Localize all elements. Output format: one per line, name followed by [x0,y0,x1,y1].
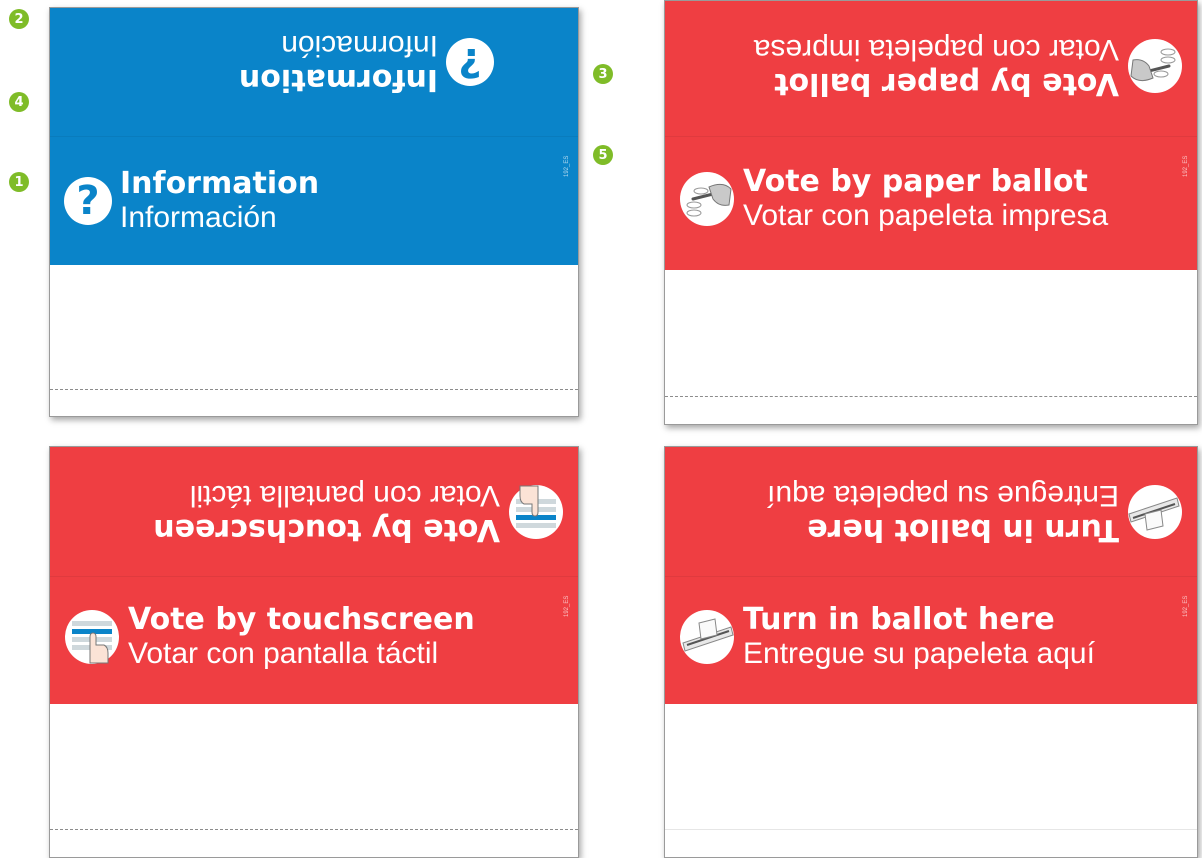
question-mark-icon: ? [64,177,112,225]
info-card: ? Information Información ? Information … [49,7,579,417]
callout-marker-3: 3 [593,64,613,84]
touch-title-es-flipped: Votar con pantalla táctil [189,479,500,512]
touchscreen-hand-icon [65,610,119,664]
callout-marker-1: 1 [9,172,29,192]
paper-ballot-card: Vote by paper ballot Votar con papeleta … [664,0,1198,425]
touchscreen-card: Vote by touchscreen Votar con pantalla t… [49,446,579,858]
question-mark-icon: ? [446,38,494,86]
turnin-title-en-flipped: Turn in ballot here [807,512,1119,547]
callout-marker-5: 5 [593,145,613,165]
paper-title-en: Vote by paper ballot [743,164,1088,199]
info-title-en: Information [120,166,320,201]
touch-main-band: Vote by touchscreen Votar con pantalla t… [50,576,578,704]
callout-marker-2: 2 [9,9,29,29]
touch-top-band: Vote by touchscreen Votar con pantalla t… [50,447,578,576]
touch-title-es: Votar con pantalla táctil [128,637,439,670]
turn-in-card: Turn in ballot here Entregue su papeleta… [664,446,1198,858]
paper-top-band: Vote by paper ballot Votar con papeleta … [665,1,1197,136]
callout-marker-4: 4 [9,92,29,112]
print-code: 192_ES [1183,595,1189,617]
paper-ballot-pen-icon [680,172,734,226]
turnin-title-es: Entregue su papeleta aquí [743,637,1095,670]
turnin-flipped-panel: Turn in ballot here Entregue su papeleta… [665,447,1197,576]
paper-title-es: Votar con papeleta impresa [743,199,1109,232]
info-title-en-flipped: Information [238,62,438,97]
fold-line [50,829,578,830]
paper-title-es-flipped: Votar con papeleta impresa [753,33,1119,66]
touch-flipped-panel: Vote by touchscreen Votar con pantalla t… [50,447,578,576]
fold-line [665,829,1197,830]
paper-ballot-pen-icon [1128,39,1182,93]
turnin-top-band: Turn in ballot here Entregue su papeleta… [665,447,1197,576]
paper-flipped-panel: Vote by paper ballot Votar con papeleta … [665,1,1197,136]
info-main-band: ? Information Información 192_ES [50,136,578,265]
print-code: 192_ES [1183,155,1189,177]
touch-title-en-flipped: Vote by touchscreen [153,512,500,547]
paper-main-band: Vote by paper ballot Votar con papeleta … [665,136,1197,270]
turnin-main-band: Turn in ballot here Entregue su papeleta… [665,576,1197,704]
info-title-es-flipped: Información [281,29,438,62]
ballot-box-slot-icon [1128,485,1182,539]
touch-title-en: Vote by touchscreen [128,602,475,637]
turnin-title-en: Turn in ballot here [743,602,1055,637]
info-top-band: ? Information Información [50,8,578,136]
turnin-title-es-flipped: Entregue su papeleta aquí [767,479,1119,512]
ballot-box-slot-icon [680,610,734,664]
touchscreen-hand-icon [509,485,563,539]
info-title-es: Información [120,201,277,234]
print-code: 192_ES [564,155,570,177]
fold-line [665,396,1197,397]
paper-title-en-flipped: Vote by paper ballot [774,66,1119,101]
print-code: 192_ES [564,595,570,617]
fold-line [50,389,578,390]
info-flipped-panel: ? Information Información [50,8,578,136]
